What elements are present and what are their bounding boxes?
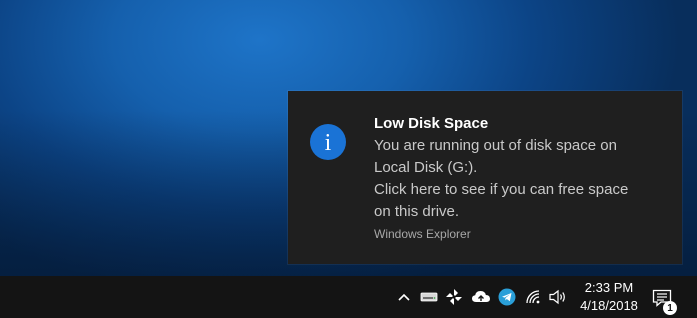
speaker-icon[interactable]: [548, 286, 568, 308]
taskbar: 2:33 PM 4/18/2018 1: [0, 276, 697, 318]
notification-body-line-2: Local Disk (G:).: [374, 159, 478, 176]
info-icon-glyph: i: [324, 129, 332, 156]
cloud-upload-icon[interactable]: [471, 286, 491, 308]
notification-body-line-4: on this drive.: [374, 203, 460, 220]
clock-time[interactable]: 2:33 PM: [578, 280, 640, 295]
notification-title: Low Disk Space: [374, 115, 489, 132]
chevron-up-icon[interactable]: [394, 286, 414, 308]
info-icon: i: [310, 124, 346, 160]
notification-body-line-3: Click here to see if you can free space: [374, 181, 629, 198]
notification-count-badge: 1: [663, 301, 677, 315]
drive-icon[interactable]: [419, 286, 439, 308]
telegram-icon[interactable]: [497, 286, 517, 308]
wifi-icon[interactable]: [524, 286, 544, 308]
low-disk-space-notification[interactable]: i Low Disk Space You are running out of …: [288, 91, 682, 264]
notification-body-line-1: You are running out of disk space on: [374, 137, 617, 154]
pinwheel-icon[interactable]: [444, 286, 464, 308]
clock-date[interactable]: 4/18/2018: [574, 298, 644, 313]
notification-source: Windows Explorer: [374, 227, 471, 241]
